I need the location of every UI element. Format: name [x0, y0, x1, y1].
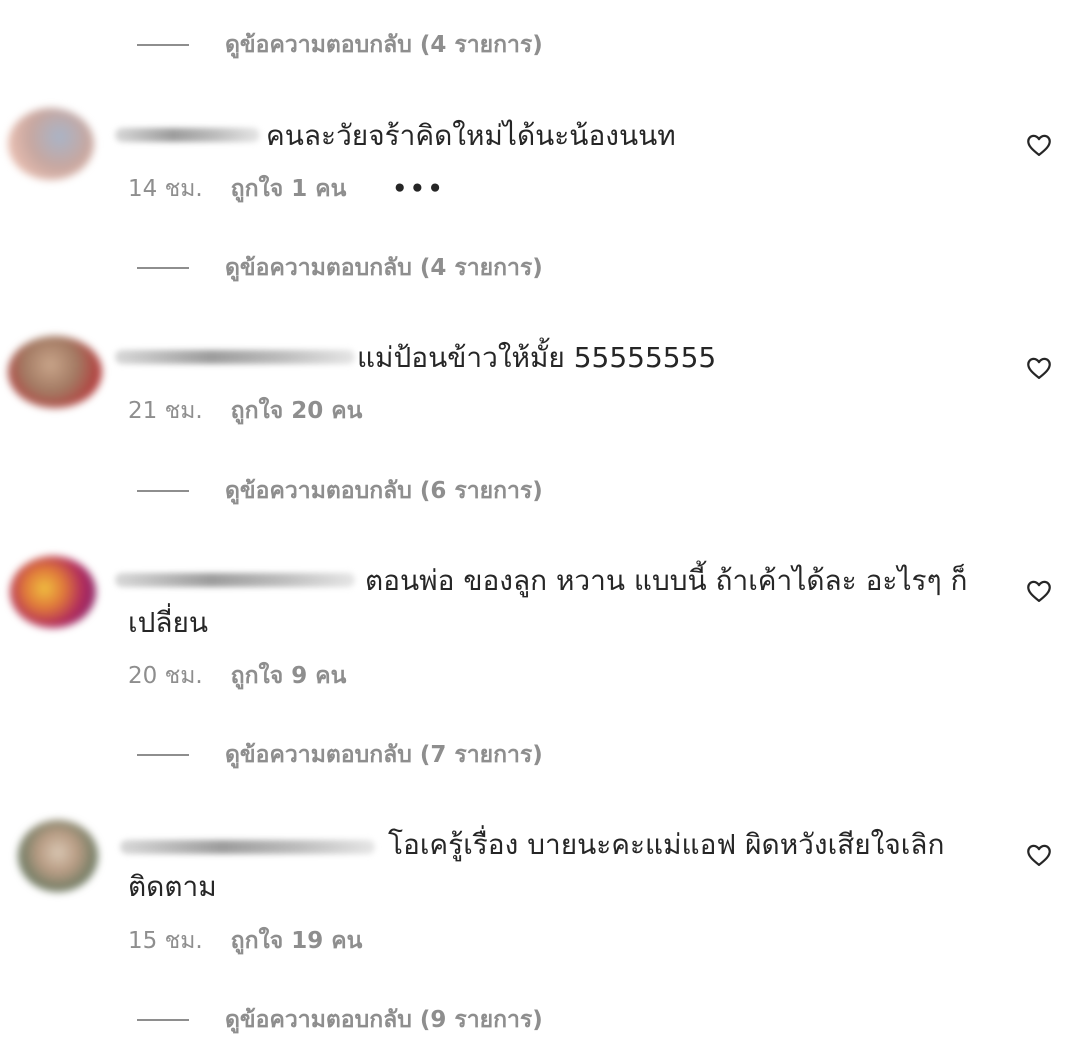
reply-divider-line — [137, 267, 189, 269]
avatar[interactable] — [8, 108, 94, 180]
reply-divider-line — [137, 490, 189, 492]
comment-meta: 20 ชม. ถูกใจ 9 คน — [128, 658, 346, 694]
comment-meta: 21 ชม. ถูกใจ 20 คน — [128, 393, 362, 429]
view-replies-label: ดูข้อความตอบกลับ (4 รายการ) — [225, 255, 543, 281]
comment-time[interactable]: 20 ชม. — [128, 658, 203, 694]
comment-meta: 15 ชม. ถูกใจ 19 คน — [128, 923, 362, 959]
like-count[interactable]: ถูกใจ 9 คน — [231, 658, 347, 694]
avatar[interactable] — [8, 336, 102, 408]
avatar[interactable] — [10, 556, 96, 628]
view-replies-button[interactable]: ดูข้อความตอบกลับ (4 รายการ) — [137, 248, 543, 288]
avatar[interactable] — [18, 820, 98, 892]
comment-text-continued: เปลี่ยน — [128, 606, 209, 639]
comment-time[interactable]: 15 ชม. — [128, 923, 203, 959]
view-replies-label: ดูข้อความตอบกลับ (6 รายการ) — [225, 478, 543, 504]
reply-divider-line — [137, 44, 189, 46]
comment-text: แม่ป้อนข้าวให้มั้ย 55555555 — [357, 341, 717, 374]
view-replies-button[interactable]: ดูข้อความตอบกลับ (6 รายการ) — [137, 471, 543, 511]
heart-icon[interactable] — [1025, 131, 1053, 159]
blurred-username[interactable] — [115, 128, 260, 142]
comment-text: ตอนพ่อ ของลูก หวาน แบบนี้ ถ้าเค้าได้ละ อ… — [365, 564, 968, 597]
blurred-username[interactable] — [120, 840, 375, 854]
view-replies-button[interactable]: ดูข้อความตอบกลับ (9 รายการ) — [137, 1000, 543, 1040]
view-replies-label: ดูข้อความตอบกลับ (4 รายการ) — [225, 32, 543, 58]
comment-text: โอเครู้เรื่อง บายนะคะแม่แอฟ ผิดหวังเสียใ… — [388, 828, 945, 861]
view-replies-label: ดูข้อความตอบกลับ (7 รายการ) — [225, 742, 543, 768]
like-count[interactable]: ถูกใจ 20 คน — [231, 393, 363, 429]
comment-meta: 14 ชม. ถูกใจ 1 คน ••• — [128, 171, 445, 207]
more-options-icon[interactable]: ••• — [392, 176, 445, 202]
heart-icon[interactable] — [1025, 841, 1053, 869]
reply-divider-line — [137, 754, 189, 756]
heart-icon[interactable] — [1025, 577, 1053, 605]
blurred-username[interactable] — [115, 350, 355, 364]
heart-icon[interactable] — [1025, 354, 1053, 382]
reply-divider-line — [137, 1019, 189, 1021]
comment-time[interactable]: 14 ชม. — [128, 171, 203, 207]
like-count[interactable]: ถูกใจ 19 คน — [231, 923, 363, 959]
view-replies-button[interactable]: ดูข้อความตอบกลับ (4 รายการ) — [137, 25, 543, 65]
comment-text-continued: ติดตาม — [128, 870, 217, 903]
comment-time[interactable]: 21 ชม. — [128, 393, 203, 429]
view-replies-button[interactable]: ดูข้อความตอบกลับ (7 รายการ) — [137, 735, 543, 775]
view-replies-label: ดูข้อความตอบกลับ (9 รายการ) — [225, 1007, 543, 1033]
like-count[interactable]: ถูกใจ 1 คน — [231, 171, 347, 207]
comment-text: คนละวัยจร้าคิดใหม่ได้นะน้องนนท — [266, 119, 676, 152]
blurred-username[interactable] — [115, 573, 355, 587]
